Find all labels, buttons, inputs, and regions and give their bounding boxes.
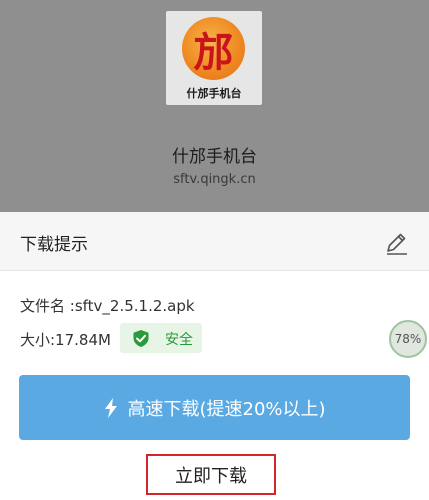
app-logo-caption: 什邡手机台 [186, 87, 242, 100]
app-logo-circle: 邡 [182, 17, 245, 80]
sheet-header: 下载提示 [0, 212, 429, 271]
app-name: 什邡手机台 [172, 147, 257, 167]
progress-ring[interactable]: 78% [389, 320, 427, 358]
safe-badge: 安全 [120, 323, 202, 353]
download-now-button[interactable]: 立即下载 [146, 454, 276, 495]
sheet-title: 下载提示 [20, 235, 88, 255]
pencil-icon[interactable] [383, 230, 409, 256]
lightning-icon [105, 397, 118, 418]
app-logo-glyph: 邡 [193, 28, 234, 76]
app-domain: sftv.qingk.cn [173, 172, 256, 187]
dim-overlay[interactable]: 邡 什邡手机台 什邡手机台 sftv.qingk.cn [0, 0, 429, 212]
app-logo: 邡 什邡手机台 [166, 11, 262, 105]
shield-check-icon [133, 330, 149, 347]
file-size: 大小:17.84M [20, 331, 111, 349]
file-name: 文件名 :sftv_2.5.1.2.apk [20, 297, 195, 315]
fast-download-button[interactable]: 高速下载(提速20%以上) [19, 375, 410, 440]
fast-download-label: 高速下载(提速20%以上) [127, 398, 326, 420]
download-sheet: 下载提示 文件名 :sftv_2.5.1.2.apk 大小:17.84M 安全 … [0, 212, 429, 500]
safe-label: 安全 [165, 332, 193, 348]
download-now-label: 立即下载 [175, 465, 247, 487]
progress-label: 78% [394, 332, 422, 346]
